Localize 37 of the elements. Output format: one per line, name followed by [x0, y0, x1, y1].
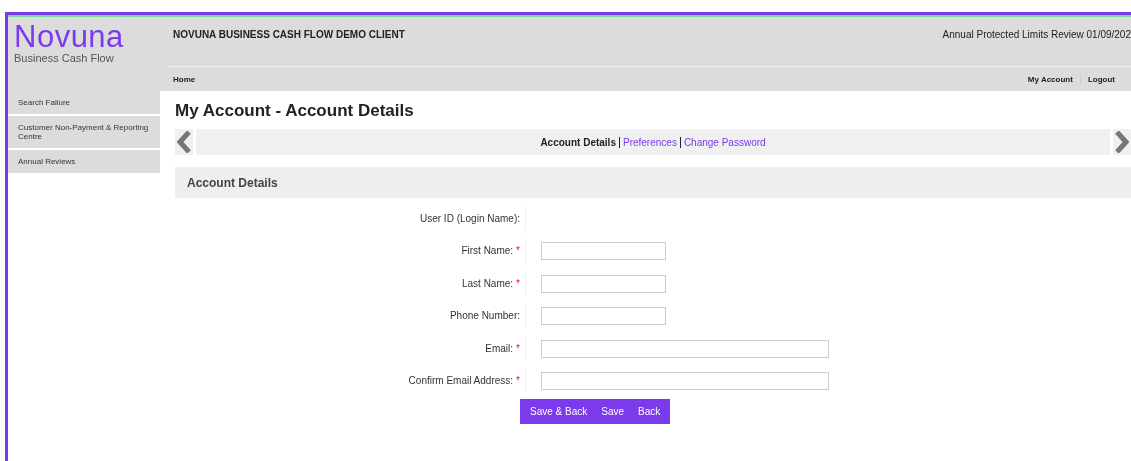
- section-title: Account Details: [187, 175, 278, 190]
- nav-link[interactable]: Logout: [1087, 74, 1115, 84]
- form-button[interactable]: Save & Back: [523, 406, 595, 417]
- input-field[interactable]: [541, 339, 829, 358]
- review-notice: Annual Protected Limits Review 01/09/202: [942, 29, 1131, 40]
- required-mark: *: [516, 277, 520, 289]
- field-label: Last Name:: [461, 277, 514, 289]
- logo-tagline: Business Cash Flow: [14, 52, 115, 64]
- input-field[interactable]: [541, 307, 666, 325]
- previous-button[interactable]: [175, 129, 193, 155]
- tab[interactable]: Account Details: [540, 136, 616, 148]
- field-label: Email:: [485, 342, 514, 354]
- required-mark: *: [516, 342, 520, 354]
- form-button[interactable]: Back: [631, 406, 668, 417]
- required-mark: *: [516, 375, 520, 387]
- input-field[interactable]: [541, 372, 829, 390]
- logo-wordmark: Novuna: [14, 23, 125, 51]
- page-title: My Account - Account Details: [175, 101, 415, 121]
- client-name: NOVUNA BUSINESS CASH FLOW DEMO CLIENT: [173, 29, 405, 40]
- sidebar-item[interactable]: Search Failure: [8, 91, 160, 114]
- sidebar-item[interactable]: Customer Non-Payment & Reporting Centre: [8, 116, 160, 148]
- field-label: First Name:: [461, 245, 514, 257]
- input-field[interactable]: [541, 242, 666, 260]
- field-label: Confirm Email Address:: [408, 375, 514, 387]
- input-field[interactable]: [541, 274, 666, 293]
- field-label: User ID (Login Name):: [419, 212, 520, 224]
- nav-link[interactable]: Home: [173, 74, 196, 84]
- field-label: Phone Number:: [449, 310, 520, 322]
- nav-link[interactable]: My Account: [1027, 74, 1073, 84]
- tab[interactable]: Change Password: [683, 136, 766, 148]
- sidebar-item[interactable]: Annual Reviews: [8, 150, 160, 173]
- required-mark: *: [516, 245, 520, 257]
- form-button[interactable]: Save: [594, 406, 632, 417]
- chevron-right-icon: [1115, 131, 1129, 153]
- next-button[interactable]: [1113, 129, 1131, 155]
- tab[interactable]: Preferences: [622, 136, 677, 148]
- chevron-left-icon: [177, 131, 191, 153]
